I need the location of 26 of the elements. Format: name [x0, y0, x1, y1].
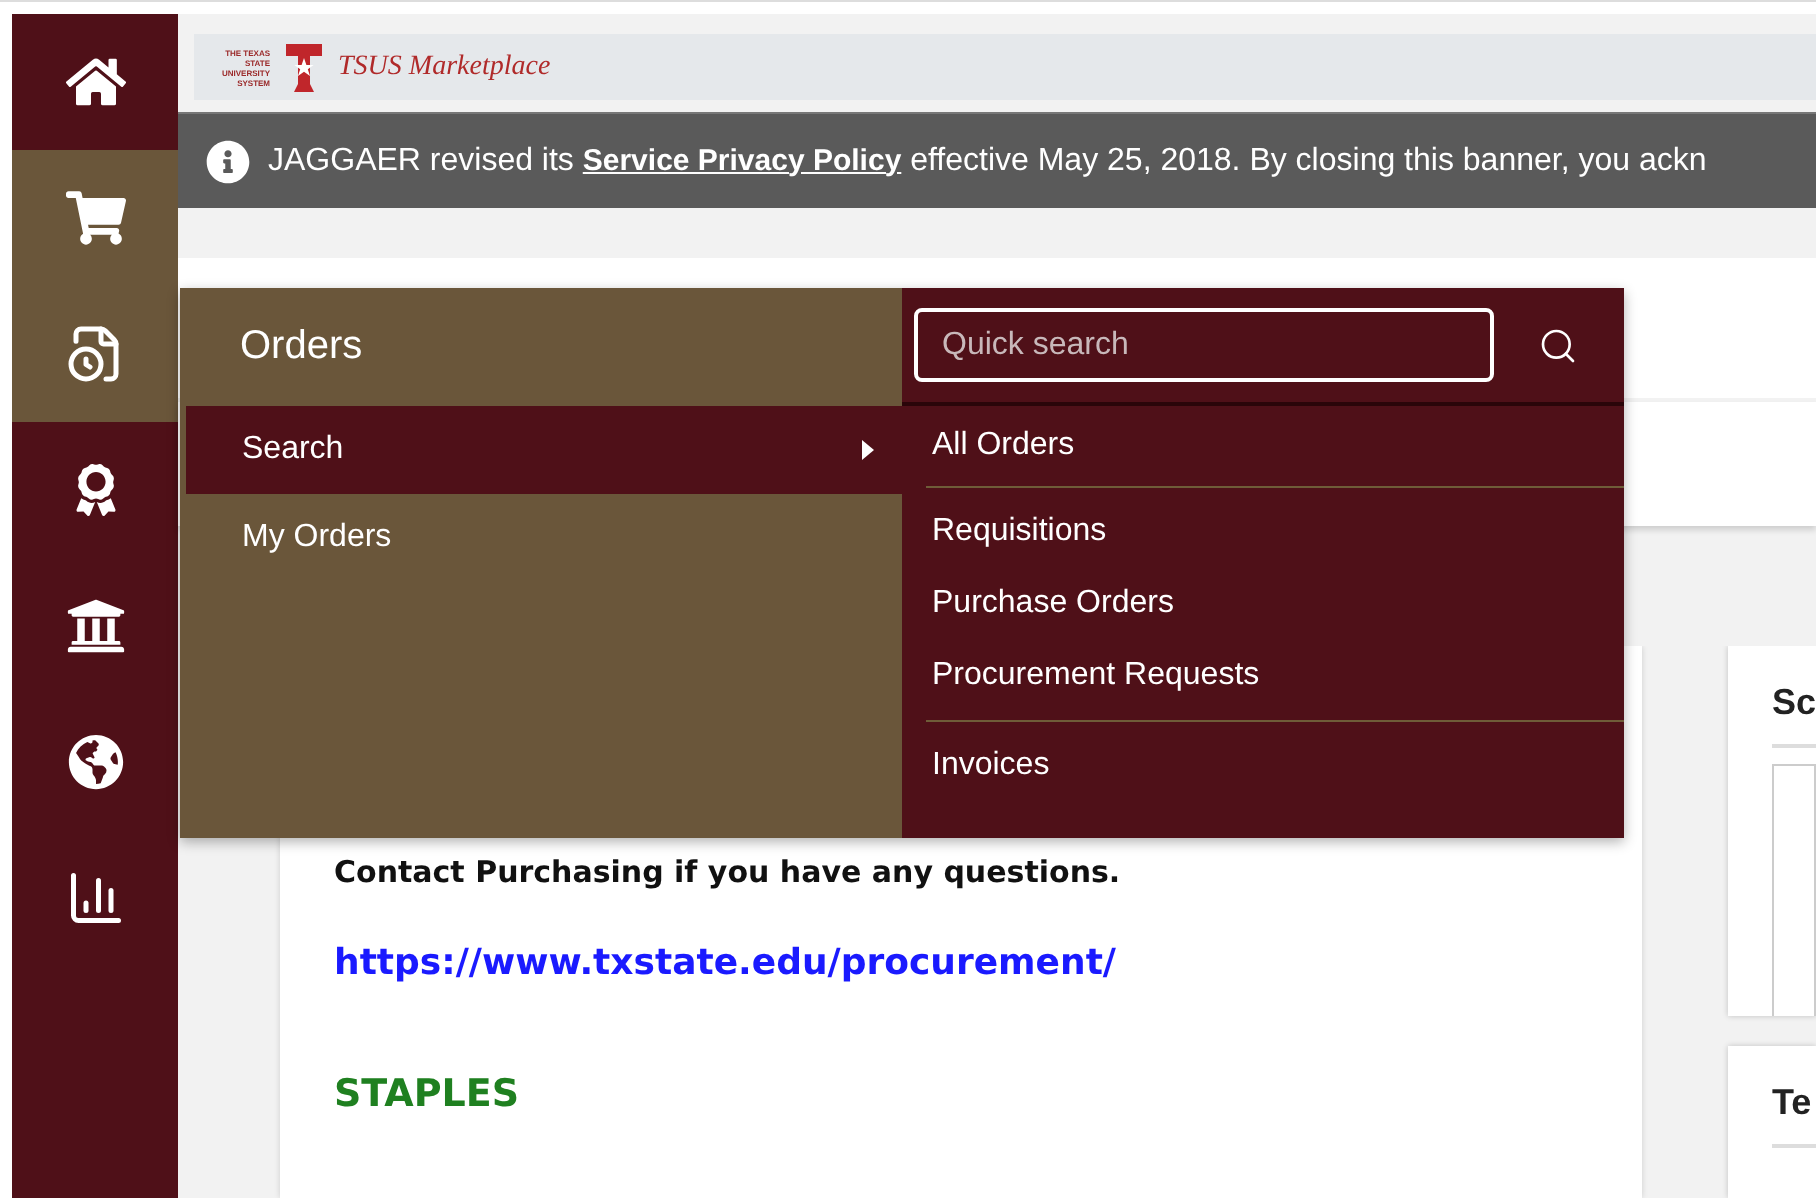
bank-icon	[65, 596, 125, 656]
menu-item[interactable]: My Orders	[186, 494, 902, 582]
cart-icon	[65, 188, 125, 248]
info-icon	[206, 139, 250, 183]
sidebar-item[interactable]	[12, 286, 178, 422]
globe-icon	[67, 734, 123, 790]
bar-chart-icon	[65, 868, 125, 928]
document-clock-icon	[65, 324, 125, 384]
procurement-link[interactable]: https://www.txstate.edu/procurement/	[334, 942, 1642, 984]
notice-text: Contact Purchasing if you have any questions.	[334, 854, 1123, 890]
sidebar-item[interactable]	[12, 150, 178, 286]
section-heading: STAPLES	[334, 1072, 522, 1116]
submenu-item[interactable]: Invoices	[926, 730, 1624, 802]
logo-icon	[286, 43, 323, 91]
menu-item[interactable]: Search	[186, 406, 902, 494]
submenu-item[interactable]: Requisitions	[926, 496, 1624, 568]
card-title: Te	[1771, 1082, 1816, 1149]
submenu-item[interactable]: All Orders	[926, 414, 1624, 478]
banner-text: JAGGAER revised its Service Privacy Policy effective May 25, 2018. By closing this banner, you ackn	[268, 143, 1707, 179]
menu-title: Orders	[238, 322, 365, 372]
site-name[interactable]: TSUS Marketplace	[338, 51, 551, 83]
card-title: Sc	[1771, 682, 1816, 748]
search-icon[interactable]	[1538, 325, 1578, 365]
submenu-item[interactable]: Procurement Requests	[926, 640, 1624, 712]
submenu-item[interactable]: Purchase Orders	[926, 568, 1624, 640]
quick-search-field[interactable]: Quick search	[914, 308, 1494, 382]
